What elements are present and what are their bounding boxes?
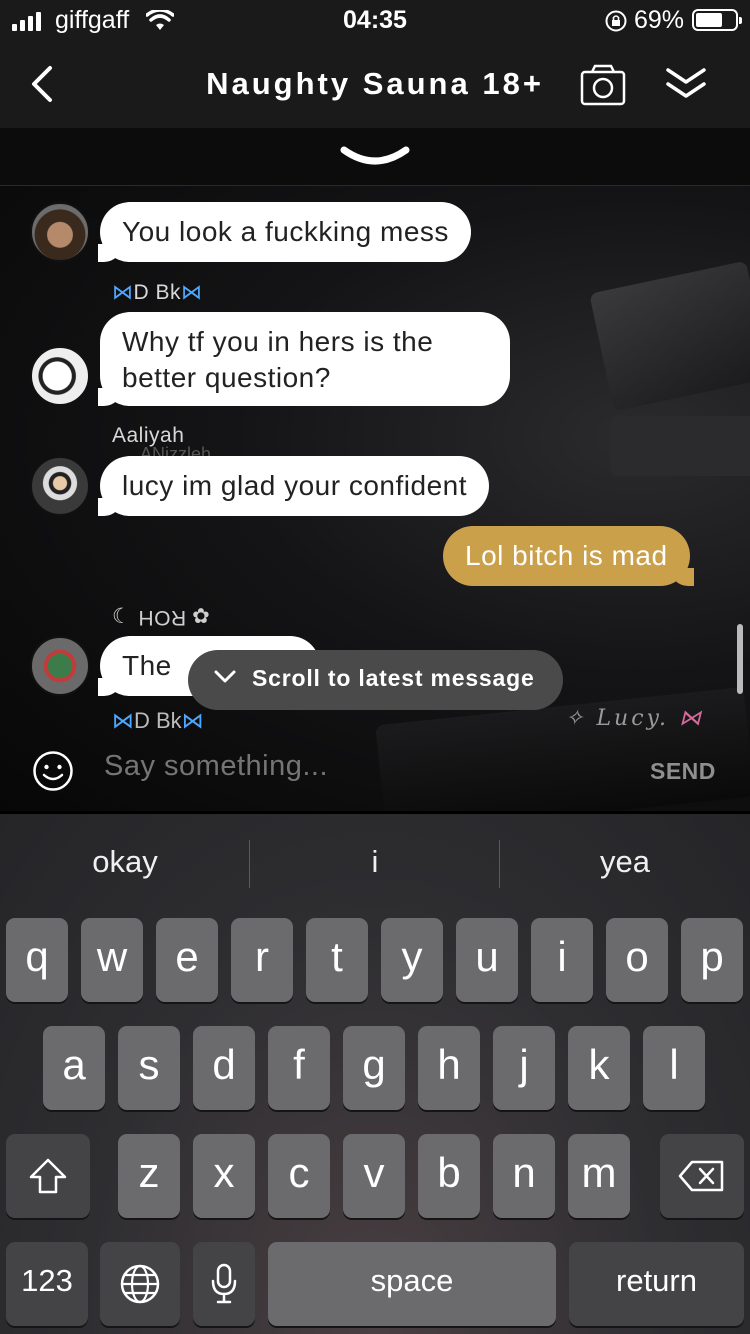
- battery-icon: [692, 9, 742, 31]
- emoji-icon[interactable]: [32, 750, 74, 792]
- butterfly-icon: ⋈: [112, 281, 134, 304]
- background-image: [589, 260, 750, 412]
- moon-icon: ☾: [112, 605, 138, 628]
- key[interactable]: s: [118, 1026, 180, 1110]
- shift-key[interactable]: [6, 1134, 90, 1218]
- return-key[interactable]: return: [569, 1242, 744, 1326]
- keyboard: okay i yea q w e r t y u i o p a s d f g…: [0, 814, 750, 1334]
- key[interactable]: x: [193, 1134, 255, 1218]
- battery-percent: 69%: [634, 6, 685, 34]
- send-button[interactable]: SEND: [650, 758, 716, 785]
- expand-bar[interactable]: [0, 128, 750, 186]
- space-key[interactable]: space: [268, 1242, 556, 1326]
- status-bar: giffgaff 04:35 69%: [0, 0, 750, 42]
- avatar[interactable]: [30, 456, 90, 516]
- backspace-icon: [678, 1160, 724, 1192]
- suggestion-bar: okay i yea: [0, 814, 750, 914]
- key[interactable]: n: [493, 1134, 555, 1218]
- key[interactable]: v: [343, 1134, 405, 1218]
- key[interactable]: k: [568, 1026, 630, 1110]
- numbers-key[interactable]: 123: [6, 1242, 88, 1326]
- suggestion-item[interactable]: i: [250, 844, 500, 880]
- key[interactable]: f: [268, 1026, 330, 1110]
- sender-name: ⋈D Bk⋈: [112, 281, 203, 304]
- scroll-to-latest-label: Scroll to latest message: [252, 665, 535, 691]
- message-text: Lol bitch is mad: [465, 540, 668, 571]
- avatar[interactable]: [30, 636, 90, 696]
- chat-messages[interactable]: You look a fuckking mess ⋈D Bk⋈ Why tf y…: [0, 186, 750, 811]
- key[interactable]: u: [456, 918, 518, 1002]
- key[interactable]: b: [418, 1134, 480, 1218]
- scrollbar[interactable]: [737, 624, 743, 694]
- scroll-to-latest-button[interactable]: Scroll to latest message: [188, 650, 563, 710]
- key[interactable]: g: [343, 1026, 405, 1110]
- avatar[interactable]: [30, 346, 90, 406]
- message-bubble[interactable]: lucy im glad your confident: [97, 456, 490, 516]
- message-text: The: [122, 650, 172, 681]
- message-text: Why tf you in hers is the: [122, 326, 434, 357]
- chevron-down-icon: [214, 670, 236, 683]
- sender-name: ☾ ROH ✿: [112, 605, 211, 629]
- microphone-icon: [211, 1263, 237, 1304]
- key[interactable]: c: [268, 1134, 330, 1218]
- key[interactable]: p: [681, 918, 743, 1002]
- collapse-chevrons-icon[interactable]: [664, 66, 708, 102]
- key[interactable]: y: [381, 918, 443, 1002]
- key[interactable]: w: [81, 918, 143, 1002]
- chat-title[interactable]: Naughty Sauna 18+: [190, 66, 560, 102]
- camera-icon[interactable]: [580, 64, 626, 106]
- microphone-key[interactable]: [193, 1242, 255, 1326]
- key[interactable]: t: [306, 918, 368, 1002]
- key[interactable]: e: [156, 918, 218, 1002]
- key[interactable]: r: [231, 918, 293, 1002]
- message-bubble-outgoing[interactable]: Lol bitch is mad: [443, 526, 694, 586]
- key[interactable]: a: [43, 1026, 105, 1110]
- globe-key[interactable]: [100, 1242, 180, 1326]
- message-text: better question?: [122, 362, 331, 393]
- back-chevron-icon[interactable]: [26, 64, 58, 104]
- key[interactable]: h: [418, 1026, 480, 1110]
- message-text: lucy im glad your confident: [122, 470, 468, 501]
- suggestion-item[interactable]: okay: [0, 844, 250, 880]
- key[interactable]: o: [606, 918, 668, 1002]
- key[interactable]: d: [193, 1026, 255, 1110]
- background-image: [610, 416, 750, 476]
- message-input[interactable]: [104, 750, 604, 783]
- chevron-down-icon[interactable]: [338, 142, 412, 172]
- rotation-lock-icon: [605, 10, 627, 32]
- key[interactable]: z: [118, 1134, 180, 1218]
- shift-icon: [29, 1158, 67, 1194]
- message-text: You look a fuckking mess: [122, 216, 449, 247]
- key[interactable]: l: [643, 1026, 705, 1110]
- key[interactable]: i: [531, 918, 593, 1002]
- key[interactable]: q: [6, 918, 68, 1002]
- message-bubble[interactable]: You look a fuckking mess: [98, 202, 471, 262]
- globe-icon: [120, 1264, 160, 1304]
- key[interactable]: m: [568, 1134, 630, 1218]
- message-composer: SEND: [0, 728, 750, 814]
- backspace-key[interactable]: [660, 1134, 744, 1218]
- avatar[interactable]: [30, 202, 90, 262]
- butterfly-icon: ⋈: [181, 281, 203, 304]
- key[interactable]: j: [493, 1026, 555, 1110]
- chat-header: Naughty Sauna 18+: [0, 42, 750, 128]
- flower-icon: ✿: [185, 605, 211, 628]
- message-bubble[interactable]: Why tf you in hers is the better questio…: [98, 312, 510, 406]
- suggestion-item[interactable]: yea: [500, 844, 750, 880]
